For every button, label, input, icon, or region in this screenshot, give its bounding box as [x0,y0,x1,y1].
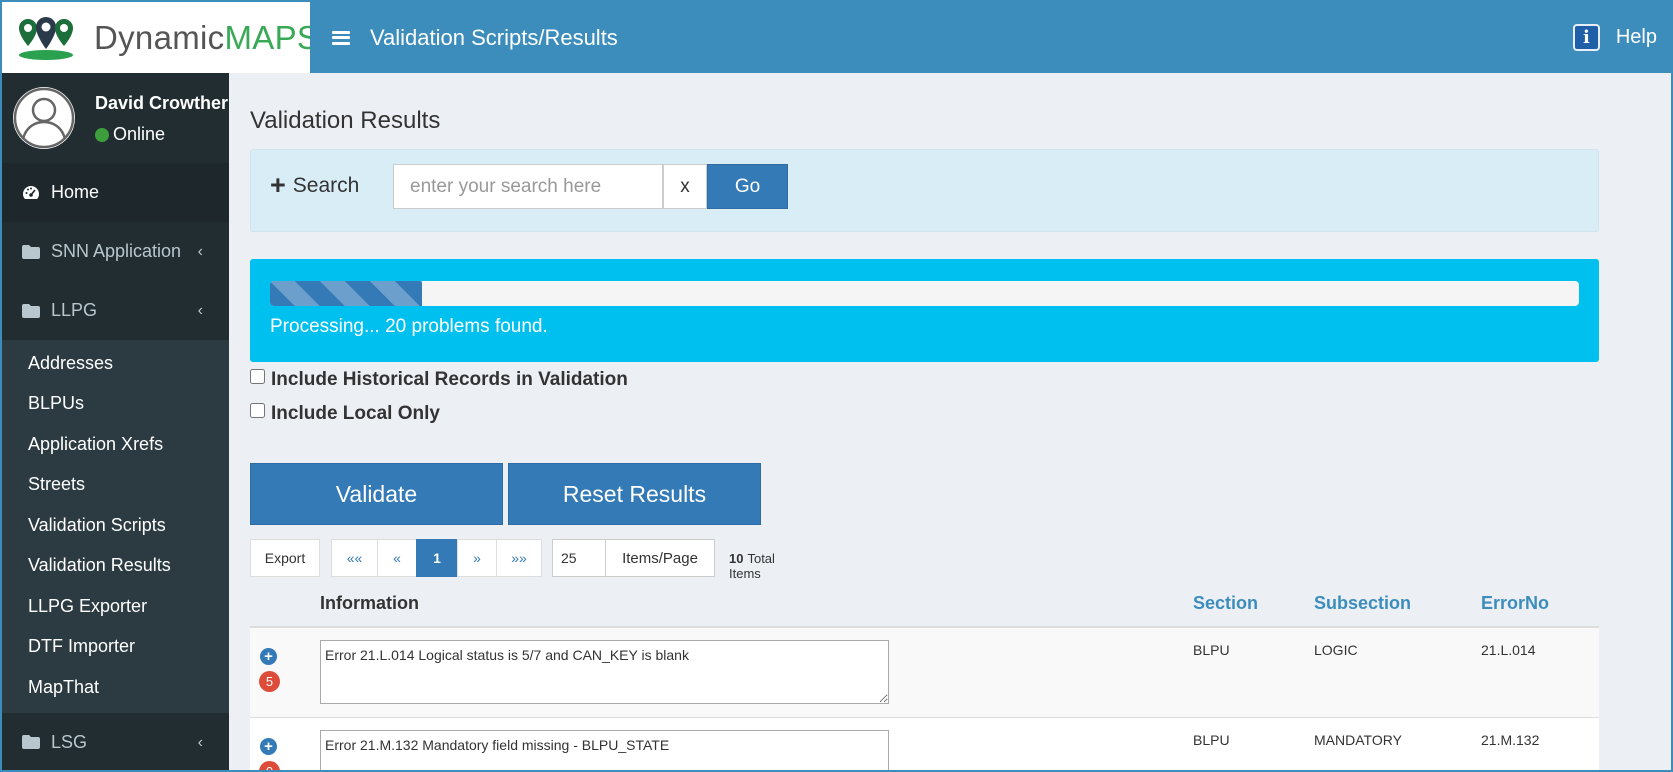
go-button[interactable]: Go [707,164,788,209]
search-label: Search [292,173,360,197]
avatar [13,87,75,149]
online-status-dot-icon [95,127,109,142]
progress-status-text: Processing... 20 problems found. [270,316,548,337]
sidebar-item-snn-application[interactable]: SNN Application ‹ [2,222,229,281]
table-row: + 0 Error 21.M.132 Mandatory field missi… [250,718,1599,770]
include-historical-label: Include Historical Records in Validation [271,369,628,390]
items-per-page-label: Items/Page [605,539,715,577]
search-toggle[interactable]: + Search [270,172,359,199]
expand-row-plus-icon[interactable]: + [260,648,277,665]
sidebar: David Crowther Online Home SNN Applicati… [2,73,229,770]
user-status: Online [95,124,165,145]
items-per-page-input[interactable] [552,539,606,577]
sidebar-item-label: SNN Application [51,241,182,261]
include-local-checkbox[interactable] [250,402,265,418]
validate-button[interactable]: Validate [250,463,503,525]
column-header-information: Information [320,593,419,613]
sidebar-item-validation-results[interactable]: Validation Results [2,546,229,587]
column-header-errorno[interactable]: ErrorNo [1481,593,1549,614]
include-local-option[interactable]: Include Local Only [250,402,440,425]
brand-name: DynamicMAPS [94,19,319,57]
hamburger-menu-icon[interactable] [332,30,350,45]
llpg-submenu: Addresses BLPUs Application Xrefs Street… [2,340,229,713]
total-items: 10 Total Items [729,551,810,581]
chevron-left-icon: ‹ [197,302,203,319]
problem-count-badge: 0 [259,761,280,770]
header-title: Validation Scripts/Results [370,24,618,50]
column-header-section[interactable]: Section [1193,593,1258,614]
sidebar-item-mapthat[interactable]: MapThat [2,667,229,708]
reset-results-button[interactable]: Reset Results [508,463,761,525]
search-panel: + Search x Go [250,149,1599,232]
sidebar-item-label: LLPG [51,300,98,320]
folder-icon [22,735,42,749]
last-page-button[interactable]: »» [496,539,542,577]
plus-icon: + [270,170,286,200]
subsection-cell: LOGIC [1314,642,1358,658]
sidebar-item-lsg[interactable]: LSG ‹ [2,713,229,771]
top-navbar: Validation Scripts/Results i Help [310,2,1671,73]
sidebar-item-label: Home [51,182,100,202]
page-title: Validation Results [250,107,441,134]
main-content: Validation Results + Search x Go Process… [229,73,1671,770]
dashboard-gauge-icon [22,185,42,201]
clear-search-button[interactable]: x [663,164,707,209]
errorno-cell: 21.L.014 [1481,642,1536,658]
table-row: + 5 Error 21.L.014 Logical status is 5/7… [250,628,1599,718]
include-historical-option[interactable]: Include Historical Records in Validation [250,368,628,391]
info-icon: i [1572,24,1600,51]
results-table-header: Information Section Subsection ErrorNo [250,585,1599,628]
help-button[interactable]: i Help [1572,2,1657,73]
include-local-label: Include Local Only [271,403,440,424]
sidebar-item-blpus[interactable]: BLPUs [2,384,229,425]
user-name: David Crowther [95,93,229,113]
sidebar-item-dtf-importer[interactable]: DTF Importer [2,627,229,668]
subsection-cell: MANDATORY [1314,732,1402,748]
problem-count-badge: 5 [259,671,280,692]
first-page-button[interactable]: «« [331,539,378,577]
errorno-cell: 21.M.132 [1481,732,1540,748]
column-header-subsection[interactable]: Subsection [1314,593,1411,614]
chevron-left-icon: ‹ [197,243,203,260]
sidebar-item-addresses[interactable]: Addresses [2,343,229,384]
sidebar-item-llpg-exporter[interactable]: LLPG Exporter [2,586,229,627]
logo[interactable]: DynamicMAPS [2,2,319,73]
sidebar-item-streets[interactable]: Streets [2,465,229,506]
sidebar-item-llpg[interactable]: LLPG ‹ [2,281,229,340]
search-input[interactable] [393,164,663,209]
sidebar-item-application-xrefs[interactable]: Application Xrefs [2,424,229,465]
brand-name-part2: MAPS [224,18,320,56]
map-pins-logo-icon [16,15,76,61]
chevron-left-icon: ‹ [197,733,203,751]
progress-panel: Processing... 20 problems found. [250,259,1599,362]
progress-bar [270,281,1579,306]
section-cell: BLPU [1193,732,1230,748]
user-status-label: Online [113,124,166,144]
total-items-count: 10 [729,551,744,566]
information-textarea[interactable]: Error 21.L.014 Logical status is 5/7 and… [320,640,889,704]
previous-page-button[interactable]: « [377,539,417,577]
brand-name-part1: Dynamic [94,18,225,56]
expand-row-plus-icon[interactable]: + [260,738,277,755]
export-button[interactable]: Export [250,539,320,577]
sidebar-item-home[interactable]: Home [2,163,229,222]
app-window: DynamicMAPS Validation Scripts/Results i… [0,0,1673,772]
progress-bar-fill [270,281,422,306]
include-historical-checkbox[interactable] [250,368,265,384]
sidebar-item-validation-scripts[interactable]: Validation Scripts [2,505,229,546]
information-textarea[interactable]: Error 21.M.132 Mandatory field missing -… [320,730,889,770]
next-page-button[interactable]: » [457,539,497,577]
folder-icon [22,303,42,318]
sidebar-item-label: LSG [51,731,88,752]
help-label: Help [1615,26,1657,48]
page-1-button[interactable]: 1 [416,539,458,577]
folder-icon [22,244,42,259]
pagination-toolbar: Export «« « 1 » »» Items/Page 10Total It… [250,539,810,581]
user-panel: David Crowther Online [2,73,229,163]
section-cell: BLPU [1193,642,1230,658]
